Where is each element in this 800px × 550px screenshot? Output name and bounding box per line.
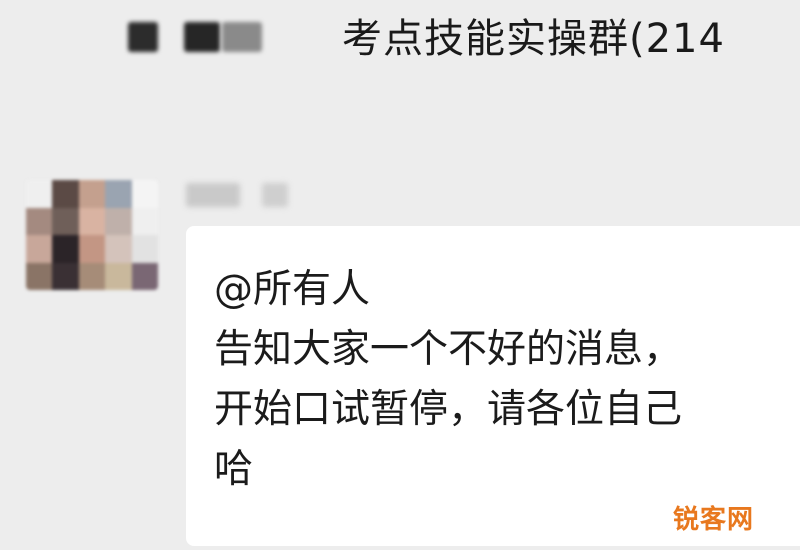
blurred-name-segment (128, 22, 158, 52)
blurred-name-segment (184, 22, 220, 52)
message-bubble[interactable]: @所有人 告知大家一个不好的消息， 开始口试暂停，请各位自己 哈 (186, 226, 800, 546)
sender-avatar[interactable] (26, 180, 158, 290)
blurred-name-segment (222, 22, 262, 52)
message-line: 哈 (214, 447, 254, 492)
watermark-logo: 锐客网 (672, 505, 754, 535)
message-line: 开始口试暂停，请各位自己 (214, 387, 683, 432)
message-text: @所有人 告知大家一个不好的消息， 开始口试暂停，请各位自己 哈 (214, 260, 800, 500)
chat-header: 考点技能实操群(214 (0, 0, 800, 90)
blurred-sender-name (262, 183, 288, 207)
chat-title[interactable]: 考点技能实操群(214 (342, 14, 725, 64)
message-line: @所有人 (214, 267, 371, 312)
message-line: 告知大家一个不好的消息， (214, 327, 683, 372)
blurred-sender-name (186, 183, 240, 207)
